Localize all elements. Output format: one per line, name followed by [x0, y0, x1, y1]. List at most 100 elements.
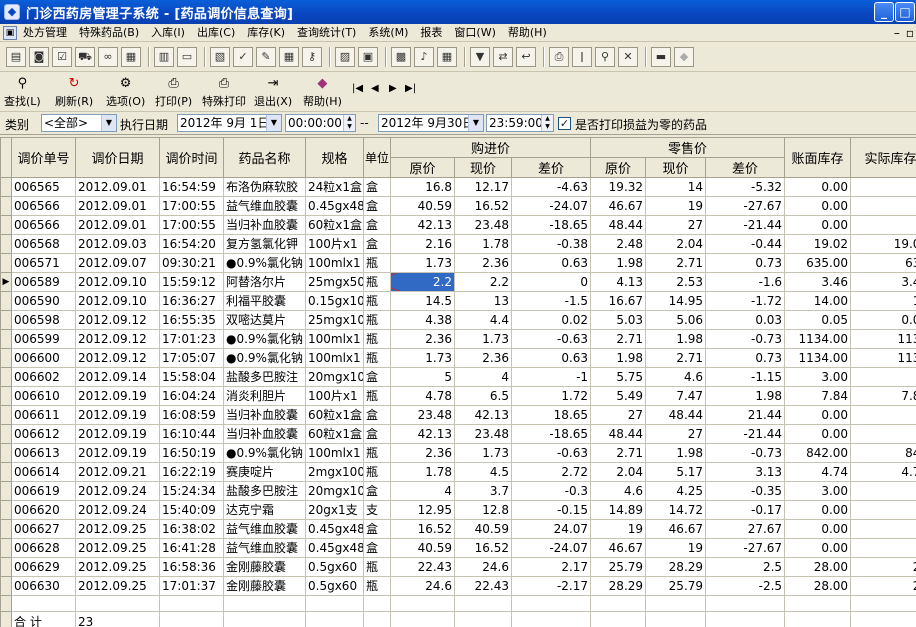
chevron-down-icon[interactable]: ▼	[468, 115, 483, 131]
cell-retail-curr[interactable]: 14.95	[645, 291, 707, 311]
cell-retail-orig[interactable]: 19.32	[590, 177, 647, 197]
cell-purchase-diff[interactable]: -1.5	[510, 291, 592, 311]
cell-date[interactable]: 2012.09.21	[75, 462, 160, 482]
cell-purchase-diff[interactable]: -1	[510, 367, 592, 387]
cell-retail-orig[interactable]: 2.71	[590, 443, 647, 463]
cell-time[interactable]: 15:40:09	[159, 500, 224, 520]
cell-retail-diff[interactable]: 0.73	[705, 253, 786, 273]
monitor-icon[interactable]: ▤	[6, 47, 26, 67]
cell-spec[interactable]: 0.5gx60	[305, 557, 364, 577]
cell-id[interactable]: 006590	[11, 291, 76, 311]
cell-drug-name[interactable]: 当归补血胶囊	[223, 405, 306, 425]
table-row[interactable]: 006571 2012.09.07 09:30:21 ●0.9%氯化钠 100mlx1 瓶…	[0, 253, 916, 273]
cell-date[interactable]: 2012.09.01	[75, 196, 160, 216]
cell-spec[interactable]: 0.45gx48	[305, 196, 364, 216]
refresh-button[interactable]: ↻ 刷新(R)	[55, 76, 93, 109]
minimize-button[interactable]: _	[874, 2, 894, 22]
cell-purchase-orig[interactable]: 2.36	[390, 443, 455, 463]
find-button[interactable]: ⚲ 查找(L)	[4, 76, 41, 109]
row-indicator[interactable]	[0, 405, 12, 425]
next-record-icon[interactable]: ▶	[389, 83, 397, 94]
cell-retail-diff[interactable]: 0.03	[705, 310, 786, 330]
cell-retail-diff[interactable]: 3.13	[705, 462, 786, 482]
row-indicator[interactable]	[0, 348, 12, 368]
cell-book-stock[interactable]: 0.05	[784, 310, 852, 330]
cell-book-stock[interactable]: 0.00	[784, 215, 852, 235]
cell-unit[interactable]: 瓶	[363, 253, 391, 273]
cell-purchase-curr[interactable]: 13	[454, 291, 512, 311]
thermometer-icon[interactable]: ǀ	[572, 47, 592, 67]
table-row[interactable]: 006627 2012.09.25 16:38:02 益气维血胶囊 0.45gx48 盒 1…	[0, 519, 916, 539]
grid-search-icon[interactable]: ▦	[121, 47, 141, 67]
end-time-input[interactable]: 23:59:00 ▲ ▼	[486, 114, 554, 132]
cell-unit[interactable]: 瓶	[363, 310, 391, 330]
cell-purchase-curr[interactable]: 3.7	[454, 481, 512, 501]
cell-retail-orig[interactable]: 5.03	[590, 310, 647, 330]
cell-purchase-orig[interactable]: 4.38	[390, 310, 455, 330]
cell-spec[interactable]: 0.5gx60	[305, 576, 364, 596]
first-record-icon[interactable]: |◀	[352, 83, 363, 94]
cell-book-stock[interactable]: 14.00	[784, 291, 852, 311]
cell-purchase-curr[interactable]: 23.48	[454, 424, 512, 444]
row-indicator[interactable]	[0, 196, 12, 216]
cell-purchase-curr[interactable]: 16.52	[454, 196, 512, 216]
menu-system[interactable]: 系统(M)	[362, 24, 414, 42]
cell-purchase-curr[interactable]: 1.78	[454, 234, 512, 254]
cell-retail-curr[interactable]: 2.71	[645, 348, 707, 368]
cell-date[interactable]: 2012.09.03	[75, 234, 160, 254]
cell-spec[interactable]: 60粒x1盒	[305, 424, 364, 444]
cell-retail-curr[interactable]: 2.04	[645, 234, 707, 254]
header-id[interactable]: 调价单号	[11, 137, 76, 178]
cell-time[interactable]: 15:24:34	[159, 481, 224, 501]
cell-retail-diff[interactable]: -1.6	[705, 272, 786, 292]
cell-purchase-orig[interactable]: 24.6	[390, 576, 455, 596]
header-time[interactable]: 调价时间	[159, 137, 224, 178]
calendar-icon[interactable]: ▦	[437, 47, 457, 67]
maximize-button[interactable]: □	[895, 2, 915, 22]
cell-id[interactable]: 006628	[11, 538, 76, 558]
cell-drug-name[interactable]: 利福平胶囊	[223, 291, 306, 311]
cell-spec[interactable]: 20mgx10	[305, 481, 364, 501]
cell-unit[interactable]: 盒	[363, 196, 391, 216]
cell-date[interactable]: 2012.09.12	[75, 348, 160, 368]
cell-purchase-curr[interactable]: 40.59	[454, 519, 512, 539]
cell-purchase-orig[interactable]: 12.95	[390, 500, 455, 520]
cell-drug-name[interactable]: ●0.9%氯化钠	[223, 253, 306, 273]
cell-retail-curr[interactable]: 2.71	[645, 253, 707, 273]
cell-date[interactable]: 2012.09.25	[75, 576, 160, 596]
time-spinner-icon[interactable]: ▲ ▼	[343, 115, 355, 131]
cell-purchase-curr[interactable]: 23.48	[454, 215, 512, 235]
cell-time[interactable]: 16:41:28	[159, 538, 224, 558]
menu-special-drugs[interactable]: 特殊药品(B)	[73, 24, 145, 42]
cell-book-stock[interactable]: 19.02	[784, 234, 852, 254]
table-row[interactable]: 006602 2012.09.14 15:58:04 盐酸多巴胺注 20mgx10 盒 5 4…	[0, 367, 916, 387]
trash-icon[interactable]: ▼	[470, 47, 490, 67]
cell-actual-stock[interactable]: 0.05	[850, 310, 916, 330]
cell-purchase-curr[interactable]: 12.8	[454, 500, 512, 520]
cell-retail-curr[interactable]: 5.17	[645, 462, 707, 482]
cell-purchase-orig[interactable]: 1.78	[390, 462, 455, 482]
row-indicator[interactable]	[0, 500, 12, 520]
mdi-minimize-icon[interactable]: –	[894, 26, 900, 40]
cell-date[interactable]: 2012.09.24	[75, 481, 160, 501]
cell-retail-orig[interactable]: 46.67	[590, 538, 647, 558]
cell-unit[interactable]: 支	[363, 500, 391, 520]
cell-spec[interactable]: 24粒x1盒	[305, 177, 364, 197]
cell-retail-orig[interactable]: 19	[590, 519, 647, 539]
cell-spec[interactable]: 25mgx10	[305, 310, 364, 330]
document-icon[interactable]: ▣	[3, 25, 17, 40]
row-indicator[interactable]	[0, 443, 12, 463]
cell-spec[interactable]: 60粒x1盒	[305, 405, 364, 425]
cell-unit[interactable]: 盒	[363, 424, 391, 444]
cell-drug-name[interactable]: 当归补血胶囊	[223, 215, 306, 235]
cell-spec[interactable]: 100mlx1	[305, 443, 364, 463]
binoculars-icon[interactable]: ∞	[98, 47, 118, 67]
cell-retail-curr[interactable]: 28.29	[645, 557, 707, 577]
cell-book-stock[interactable]: 3.46	[784, 272, 852, 292]
cell-time[interactable]: 16:55:35	[159, 310, 224, 330]
cell-unit[interactable]: 盒	[363, 538, 391, 558]
calculator-icon[interactable]: ▩	[391, 47, 411, 67]
row-indicator[interactable]	[0, 291, 12, 311]
cell-date[interactable]: 2012.09.19	[75, 405, 160, 425]
cell-id[interactable]: 006566	[11, 196, 76, 216]
